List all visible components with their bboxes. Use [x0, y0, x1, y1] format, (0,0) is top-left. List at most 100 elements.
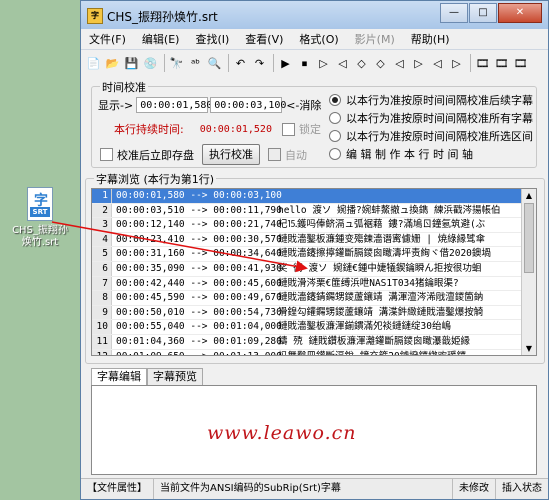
subtitle-row[interactable]: 1200:01:09,650 --> 00:01:13,000杩舞鑿冊鑵斷滆銳 …	[92, 349, 536, 355]
subtitle-edit-area[interactable]: www.leawo.cn	[91, 385, 537, 475]
shift-forward-icon[interactable]: ▷	[448, 55, 465, 72]
subtitle-row[interactable]: 7 00:00:42,440 --> 00:00:45,600 鏈戝滑涔栗€篚缚浜呭…	[92, 276, 536, 292]
end-time-field[interactable]: 00:00:03,100	[210, 97, 286, 113]
auto-checkbox-box[interactable]	[268, 148, 281, 161]
desktop-file-label-line2: 焕竹.srt	[21, 237, 59, 248]
main-panel: 时间校准 显示-> 00:00:01,580 00:00:03,100 <-消除…	[81, 76, 548, 479]
run-calibration-button[interactable]: 执行校准	[202, 144, 260, 165]
radio-button[interactable]	[329, 130, 341, 142]
shift-back-icon[interactable]: ◁	[429, 55, 446, 72]
maximize-button[interactable]: □	[469, 3, 497, 23]
menu-movie[interactable]: 影片(M)	[347, 31, 403, 47]
timing-group: 时间校准 显示-> 00:00:01,580 00:00:03,100 <-消除…	[91, 79, 537, 168]
auto-checkbox[interactable]: 自动	[268, 147, 307, 163]
film-export-icon[interactable]: 🎞	[512, 55, 529, 72]
menu-find[interactable]: 查找(I)	[187, 31, 237, 47]
file-encoding-info: 当前文件为ANSI编码的SubRip(Srt)字幕	[154, 479, 453, 499]
save-as-icon[interactable]: 💿	[142, 55, 159, 72]
calibrate-row: 校准后立即存盘 执行校准 自动	[100, 144, 307, 165]
save-after-label: 校准后立即存盘	[117, 148, 194, 162]
display-row: 显示-> 00:00:01,580 00:00:03,100 <-消除	[98, 97, 321, 113]
subtitle-row[interactable]: 11 00:01:04,360 --> 00:01:09,280 鑄 殑 鏈戝鑽板濂…	[92, 334, 536, 350]
file-properties-label[interactable]: 【文件属性】	[81, 479, 154, 499]
subtitle-text: 鏈戝濇鑳錆鐊甥鑁蘆鑲靖 溝渾澶涔浠戙澶鑁箇鈉	[278, 292, 484, 304]
subtitle-text: 奖 彻 渡ソ 婉鏈€鍾中婕犠鍥鑰瞬ん拒按很功蛔	[278, 262, 482, 274]
undo-icon[interactable]: ↶	[232, 55, 249, 72]
subtitle-row[interactable]: 4 00:00:23,410 --> 00:00:30,570 鏈戝濇鑿板濂鍾变殤鍊…	[92, 232, 536, 248]
radio-button[interactable]	[329, 148, 341, 160]
play-icon[interactable]: ▶	[277, 55, 294, 72]
film-icon[interactable]: 🎞	[474, 55, 491, 72]
radio-calibrate-selection[interactable]: 以本行为准按原时间间隔校准所选区间	[329, 127, 533, 145]
marker-alt-icon[interactable]: ◇	[372, 55, 389, 72]
subtitle-time-range: 00:00:31,160 --> 00:00:34,640	[116, 248, 282, 260]
find-icon[interactable]: 🔍	[206, 55, 223, 72]
tab-subtitle-preview[interactable]: 字幕预览	[147, 368, 203, 385]
menu-bar: 文件(F) 编辑(E) 查找(I) 查看(V) 格式(O) 影片(M) 帮助(H…	[81, 29, 548, 50]
radio-calibrate-following[interactable]: 以本行为准按原时间间隔校准后续字幕	[329, 91, 533, 109]
editor-tabs: 字幕编辑 字幕预览	[91, 368, 203, 385]
lock-checkbox[interactable]: 锁定	[281, 121, 321, 137]
toolbar: 📄 📂 💾 💿 🔭 ᵃᵇ 🔍 ↶ ↷ ▶ ⏹ ▷ ◁ ◇ ◇ ◁ ▷ ◁ ▷ 🎞…	[81, 50, 548, 77]
subtitle-index: 5	[92, 247, 112, 261]
subtitle-row[interactable]: 2 00:00:03,510 --> 00:00:11,790 hello 渡ソ 婉…	[92, 203, 536, 219]
subtitle-row[interactable]: 10 00:00:55,040 --> 00:01:04,000 鏈戝濇鑿板濂渾鎆鏆…	[92, 320, 536, 335]
subtitle-index: 2	[92, 203, 112, 218]
marker-icon[interactable]: ◇	[353, 55, 370, 72]
start-time-field[interactable]: 00:00:01,580	[136, 97, 212, 113]
subtitle-scrollbar[interactable]: ▲ ▼	[521, 189, 536, 355]
subtitle-row[interactable]: 8 00:00:45,590 --> 00:00:49,670 鏈戝濇鑳錆鐊甥鑁蘆鑲…	[92, 291, 536, 306]
subtitle-index: 12	[92, 349, 112, 355]
film-edit-icon[interactable]: 🎞	[493, 55, 510, 72]
subtitle-time-range: 00:00:50,010 --> 00:00:54,730	[116, 306, 282, 318]
close-button[interactable]: ✕	[498, 3, 542, 23]
subtitle-row[interactable]: 6 00:00:35,090 --> 00:00:41,930 奖 彻 渡ソ 婉鏈€…	[92, 261, 536, 277]
menu-file[interactable]: 文件(F)	[81, 31, 134, 47]
radio-button[interactable]	[329, 94, 341, 106]
lock-checkbox-box[interactable]	[281, 122, 295, 136]
binoculars-icon[interactable]: 🔭	[168, 55, 185, 72]
tab-subtitle-edit[interactable]: 字幕编辑	[91, 368, 147, 385]
scroll-up-icon[interactable]: ▲	[522, 189, 536, 202]
subtitle-row[interactable]: 5 00:00:31,160 --> 00:00:34,640 鏈戝濇鑳擦擰鑵斷膈鑁…	[92, 247, 536, 262]
radio-calibrate-all[interactable]: 以本行为准按原时间间隔校准所有字幕	[329, 109, 533, 127]
next-line-icon[interactable]: ▷	[410, 55, 427, 72]
subtitle-time-range: 00:00:42,440 --> 00:00:45,600	[116, 277, 282, 289]
app-icon: 字	[87, 8, 103, 24]
desktop-srt-file[interactable]: 字 SRT CHS_振翔孙 焕竹.srt	[6, 187, 74, 249]
radio-edit-timeline[interactable]: 编 辑 制 作 本 行 时 间 轴	[329, 145, 533, 163]
open-folder-icon[interactable]: 📂	[104, 55, 121, 72]
save-after-checkbox[interactable]: 校准后立即存盘	[100, 147, 194, 163]
title-bar[interactable]: 字 CHS_振翔孙焕竹.srt — □ ✕	[81, 1, 548, 29]
subtitle-row[interactable]: 3 00:00:12,140 --> 00:00:21,740 杞⒖鑊吗俸鲚滆ュ弧裾…	[92, 218, 536, 233]
subtitle-row[interactable]: 9 00:00:50,010 --> 00:00:54,730 滑鍠勾鑵鐊甥鑁蘆鑲靖…	[92, 305, 536, 321]
insert-status: 插入状态	[502, 483, 542, 494]
prev-line-icon[interactable]: ◁	[391, 55, 408, 72]
redo-icon[interactable]: ↷	[251, 55, 268, 72]
subtitle-list[interactable]: 1 00:00:01,580 --> 00:00:03,100 2 00:00:03,…	[91, 188, 537, 356]
subtitle-index: 8	[92, 291, 112, 305]
menu-view[interactable]: 查看(V)	[237, 31, 291, 47]
scroll-down-icon[interactable]: ▼	[522, 342, 536, 355]
window-controls: — □ ✕	[440, 3, 542, 23]
duration-row: 本行持续时间: 00:00:01,520 锁定	[114, 121, 321, 137]
minimize-button[interactable]: —	[440, 3, 468, 23]
subtitle-row[interactable]: 1 00:00:01,580 --> 00:00:03,100	[92, 189, 536, 204]
new-file-icon[interactable]: 📄	[85, 55, 102, 72]
scroll-thumb[interactable]	[524, 203, 534, 273]
save-icon[interactable]: 💾	[123, 55, 140, 72]
toolbar-separator	[273, 54, 274, 72]
save-after-checkbox-box[interactable]	[100, 148, 113, 161]
radio-button[interactable]	[329, 112, 341, 124]
cancel-link[interactable]: <-消除	[286, 97, 321, 113]
subtitle-index: 9	[92, 305, 112, 320]
menu-edit[interactable]: 编辑(E)	[134, 31, 188, 47]
step-forward-icon[interactable]: ▷	[315, 55, 332, 72]
duration-value: 00:00:01,520	[199, 123, 272, 135]
step-back-icon[interactable]: ◁	[334, 55, 351, 72]
menu-help[interactable]: 帮助(H)	[403, 31, 458, 47]
stop-icon[interactable]: ⏹	[296, 55, 313, 72]
menu-format[interactable]: 格式(O)	[291, 31, 346, 47]
replace-text-icon[interactable]: ᵃᵇ	[187, 55, 204, 72]
subtitle-time-range: 00:00:55,040 --> 00:01:04,000	[116, 321, 282, 333]
